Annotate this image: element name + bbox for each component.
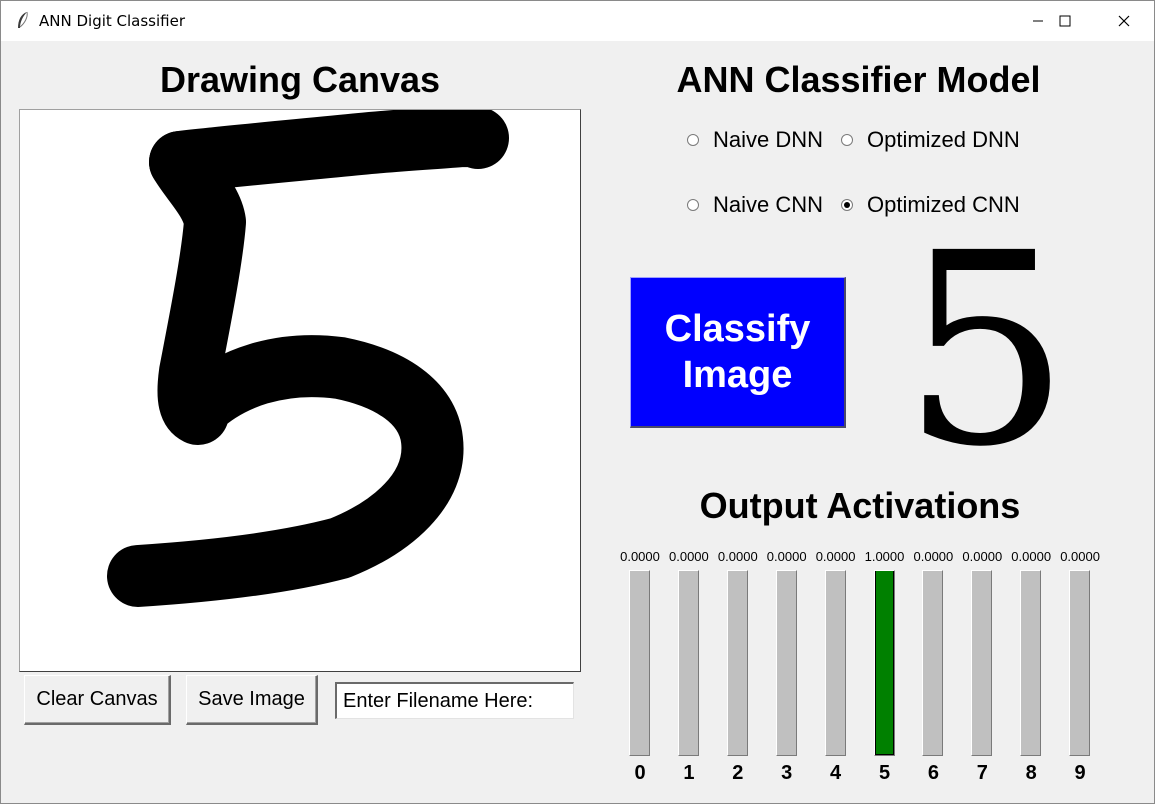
radio-naive-cnn[interactable]: Naive CNN <box>687 192 823 218</box>
filename-field[interactable] <box>335 682 574 719</box>
radio-indicator[interactable] <box>841 134 853 146</box>
maximize-button[interactable] <box>1039 1 1091 41</box>
activation-digit-label: 1 <box>683 762 695 784</box>
radio-optimized-dnn[interactable]: Optimized DNN <box>841 127 1020 153</box>
close-button[interactable] <box>1098 1 1150 41</box>
activation-digit-label: 4 <box>830 762 842 784</box>
activation-bar-3 <box>775 570 797 756</box>
radio-label: Optimized DNN <box>867 127 1020 152</box>
activation-value: 0.0000 <box>766 549 807 564</box>
classify-image-button[interactable]: Classify Image <box>630 277 846 428</box>
predicted-digit: 5 <box>901 197 1071 505</box>
drawing-canvas-heading: Drawing Canvas <box>159 59 441 100</box>
activation-digit-label: 7 <box>976 762 988 784</box>
activation-value: 0.0000 <box>1011 549 1052 564</box>
activation-digit-label: 2 <box>732 762 744 784</box>
activation-digit-label: 6 <box>927 762 939 784</box>
activation-bar-9 <box>1069 570 1091 756</box>
activation-bar-0 <box>629 570 650 756</box>
activation-bar-7 <box>971 570 993 756</box>
radio-label: Naive DNN <box>713 127 824 152</box>
activation-value: 0.0000 <box>717 549 758 564</box>
classifier-model-heading: ANN Classifier Model <box>676 59 1041 100</box>
activation-value: 0.0000 <box>669 549 709 564</box>
title-bar[interactable]: ANN Digit Classifier <box>1 1 1154 41</box>
activation-digit-label: 3 <box>781 762 793 784</box>
app-window: ANN Digit Classifier Drawing Canvas Clea… <box>0 0 1155 804</box>
radio-label: Naive CNN <box>713 192 824 217</box>
classify-label-line1: Classify <box>664 308 811 350</box>
activation-bar-2 <box>726 570 748 756</box>
activation-bars: 0.0000 0 0.0000 1 0.0000 2 0.0000 3 0.0000 4 1.000… <box>601 546 1121 796</box>
clear-canvas-button[interactable]: Clear Canvas <box>24 675 171 725</box>
activation-bar-5 <box>873 570 895 756</box>
filename-input[interactable] <box>343 688 567 714</box>
activation-bar-6 <box>922 570 944 756</box>
radio-indicator[interactable] <box>841 199 853 211</box>
maximize-icon <box>1059 15 1071 27</box>
activation-digit-label: 0 <box>634 762 646 784</box>
classify-label-line2: Image <box>682 354 793 396</box>
radio-indicator[interactable] <box>687 199 699 211</box>
activation-value: 0.0000 <box>962 549 1003 564</box>
close-icon <box>1118 15 1130 27</box>
activation-value: 0.0000 <box>620 549 660 564</box>
activation-value: 0.0000 <box>1060 549 1100 564</box>
activation-value: 0.0000 <box>815 549 856 564</box>
activation-bar-4 <box>824 570 846 756</box>
activation-value: 1.0000 <box>864 549 905 564</box>
window-title: ANN Digit Classifier <box>39 12 186 30</box>
save-image-button[interactable]: Save Image <box>186 675 318 725</box>
drawn-digit-stroke <box>107 105 509 607</box>
radio-indicator[interactable] <box>687 134 699 146</box>
drawing-canvas[interactable] <box>19 105 581 672</box>
activation-fill <box>874 571 894 755</box>
activation-value: 0.0000 <box>913 549 954 564</box>
activation-digit-label: 5 <box>878 762 891 784</box>
output-activations-heading: Output Activations <box>699 485 1021 526</box>
activation-digit-label: 9 <box>1074 762 1086 784</box>
activation-digit-label: 8 <box>1025 762 1037 784</box>
radio-naive-dnn[interactable]: Naive DNN <box>687 127 823 153</box>
feather-icon <box>15 11 31 31</box>
activation-bar-1 <box>677 570 699 756</box>
activation-bar-8 <box>1020 570 1042 756</box>
